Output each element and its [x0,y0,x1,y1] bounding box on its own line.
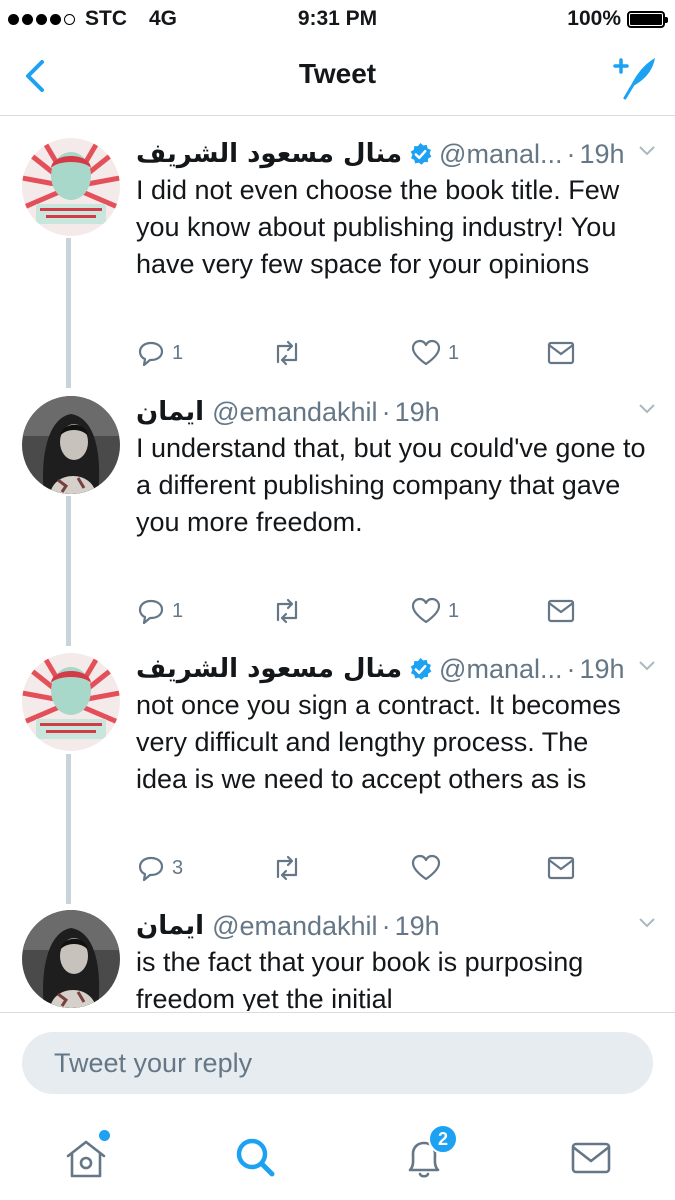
chevron-down-icon[interactable] [637,402,657,416]
retweet-button[interactable] [270,594,310,628]
retweet-button[interactable] [270,851,310,885]
reply-icon [138,341,164,367]
tweet-actions: 1 1 [136,594,596,628]
direct-message-button[interactable] [546,594,576,628]
like-count: 1 [448,341,460,364]
tab-bar: 2 [0,1112,675,1200]
avatar-eman-image [22,396,120,494]
tweet-actions: 3 [136,851,596,885]
tweet-item[interactable]: ايمان @emandakhil · 19h is the fact that… [0,908,675,1011]
like-button[interactable] [410,851,448,885]
separator-dot: · [381,910,391,941]
battery-percent: 100% [567,7,621,30]
avatar[interactable] [22,653,120,751]
avatar[interactable] [22,396,120,494]
envelope-icon [547,599,575,623]
tweet-item[interactable]: منال مسعود الشريف @manal... · 19h I did … [0,136,675,376]
verified-badge-icon [410,142,432,165]
retweet-icon [276,855,298,881]
reply-button[interactable]: 1 [136,336,183,370]
tab-search[interactable] [228,1130,284,1186]
heart-icon [411,854,441,881]
home-unread-dot [99,1130,110,1141]
display-name[interactable]: ايمان [136,397,204,427]
reply-placeholder: Tweet your reply [54,1048,253,1078]
tweet-header: ايمان @emandakhil · 19h [136,394,657,430]
tweet-header: منال مسعود الشريف @manal... · 19h [136,136,657,172]
user-handle[interactable]: @manal... [439,139,562,170]
status-right: 100% [567,7,668,31]
tab-notifications[interactable]: 2 [396,1124,458,1186]
tweet-header: ايمان @emandakhil · 19h [136,908,657,944]
reply-icon [138,599,164,625]
like-button[interactable]: 1 [410,336,459,370]
search-icon [236,1138,275,1177]
tweet-text: is the fact that your book is purposing … [136,947,584,1011]
tab-messages[interactable] [563,1130,619,1186]
chevron-down-icon[interactable] [637,916,657,930]
status-bar: STC 4G 9:31 PM 100% [0,0,675,38]
reply-count: 3 [172,856,184,879]
avatar-manal-image [22,138,120,236]
tweet-item[interactable]: ايمان @emandakhil · 19h I understand tha… [0,394,675,634]
direct-message-button[interactable] [546,851,576,885]
reply-input[interactable]: Tweet your reply [22,1032,653,1094]
retweet-icon [276,340,298,366]
separator-dot: · [566,138,576,169]
chevron-down-icon[interactable] [637,659,657,673]
reply-button[interactable]: 1 [136,594,183,628]
tweet-item[interactable]: منال مسعود الشريف @manal... · 19h not on… [0,651,675,891]
reply-icon [138,856,164,882]
envelope-icon [547,341,575,365]
tweet-text: not once you sign a contract. It becomes… [136,690,621,794]
tab-home[interactable] [58,1130,114,1186]
direct-message-button[interactable] [546,336,576,370]
display-name[interactable]: ايمان [136,911,204,941]
reply-count: 1 [172,599,184,622]
timestamp: 19h [394,396,440,427]
tweet-text: I did not even choose the book title. Fe… [136,175,620,279]
like-button[interactable]: 1 [410,594,459,628]
avatar[interactable] [22,138,120,236]
display-name[interactable]: منال مسعود الشريف [136,139,402,169]
envelope-icon [571,1142,611,1174]
page-title: Tweet [298,58,377,89]
battery-icon [627,10,668,28]
nav-bar: Tweet [0,38,675,116]
chevron-down-icon[interactable] [637,144,657,158]
reply-button[interactable]: 3 [136,851,183,885]
timestamp: 19h [579,653,625,684]
reply-count: 1 [172,341,184,364]
tweet-actions: 1 1 [136,336,596,370]
timestamp: 19h [394,910,440,941]
avatar-eman-image [22,910,120,1008]
separator-dot: · [381,396,391,427]
tweet-header: منال مسعود الشريف @manal... · 19h [136,651,657,687]
avatar[interactable] [22,910,120,1008]
compose-tweet-button[interactable] [611,52,659,100]
separator-dot: · [566,653,576,684]
user-handle[interactable]: @manal... [439,654,562,685]
user-handle[interactable]: @emandakhil [212,911,378,942]
tweet-text: I understand that, but you could've gone… [136,433,646,537]
timestamp: 19h [579,138,625,169]
heart-icon [411,339,441,366]
like-count: 1 [448,599,460,622]
verified-badge-icon [410,657,432,680]
retweet-button[interactable] [270,336,310,370]
notifications-badge: 2 [428,1124,458,1154]
reply-bar: Tweet your reply [0,1012,675,1113]
avatar-manal-image [22,653,120,751]
display-name[interactable]: منال مسعود الشريف [136,654,402,684]
compose-quill-icon [613,58,655,100]
retweet-icon [276,598,298,624]
user-handle[interactable]: @emandakhil [212,397,378,428]
tweet-thread[interactable]: منال مسعود الشريف @manal... · 19h I did … [0,116,675,1011]
heart-icon [411,597,441,624]
envelope-icon [547,856,575,880]
